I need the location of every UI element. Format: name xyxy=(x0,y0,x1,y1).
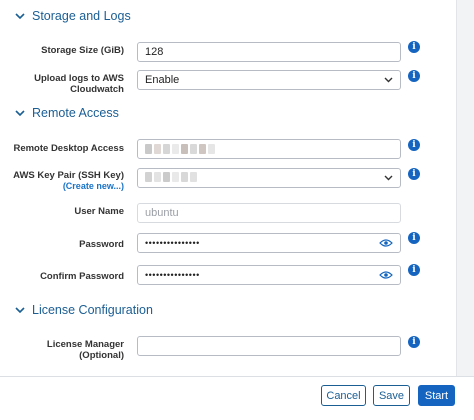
storage-size-input[interactable]: 128 xyxy=(137,42,401,62)
confirm-password-label: Confirm Password xyxy=(40,271,124,282)
start-button[interactable]: Start xyxy=(418,385,455,406)
chevron-down-icon xyxy=(14,10,26,22)
section-title: Storage and Logs xyxy=(32,9,131,23)
remote-desktop-label: Remote Desktop Access xyxy=(13,143,124,154)
save-button[interactable]: Save xyxy=(373,385,410,406)
eye-icon[interactable] xyxy=(379,270,393,280)
eye-icon[interactable] xyxy=(379,238,393,248)
create-key-pair-link[interactable]: (Create new...) xyxy=(2,181,124,191)
remote-desktop-input[interactable] xyxy=(137,139,401,159)
scroll-track xyxy=(456,0,474,376)
key-pair-value xyxy=(145,171,383,185)
storage-size-value: 128 xyxy=(145,46,164,58)
key-pair-label: AWS Key Pair (SSH Key) xyxy=(13,170,124,181)
password-label: Password xyxy=(79,239,124,250)
section-header-storage[interactable]: Storage and Logs xyxy=(14,9,131,23)
username-input: ubuntu xyxy=(137,203,401,223)
storage-size-label: Storage Size (GiB) xyxy=(41,45,124,56)
username-label: User Name xyxy=(74,206,124,217)
info-icon[interactable]: i xyxy=(408,264,420,276)
section-header-license[interactable]: License Configuration xyxy=(14,303,153,317)
info-icon[interactable]: i xyxy=(408,41,420,53)
dropdown-caret-icon xyxy=(383,173,393,183)
password-value: ••••••••••••••• xyxy=(145,238,200,248)
cloudwatch-select[interactable]: Enable xyxy=(137,70,401,90)
redacted-value xyxy=(145,171,197,182)
section-title: License Configuration xyxy=(32,303,153,317)
password-input[interactable]: ••••••••••••••• xyxy=(137,233,401,253)
cancel-button[interactable]: Cancel xyxy=(321,385,366,406)
confirm-password-input[interactable]: ••••••••••••••• xyxy=(137,265,401,285)
info-icon[interactable]: i xyxy=(408,168,420,180)
section-title: Remote Access xyxy=(32,106,119,120)
username-value: ubuntu xyxy=(145,207,179,219)
section-header-remote[interactable]: Remote Access xyxy=(14,106,119,120)
info-icon[interactable]: i xyxy=(408,139,420,151)
cloudwatch-value: Enable xyxy=(145,74,180,86)
info-icon[interactable]: i xyxy=(408,232,420,244)
license-manager-input[interactable] xyxy=(137,336,401,356)
key-pair-select[interactable] xyxy=(137,168,401,188)
dropdown-caret-icon xyxy=(383,75,393,85)
chevron-down-icon xyxy=(14,304,26,316)
chevron-down-icon xyxy=(14,107,26,119)
confirm-password-value: ••••••••••••••• xyxy=(145,270,200,280)
cloudwatch-label: Upload logs to AWS Cloudwatch xyxy=(34,73,124,95)
info-icon[interactable]: i xyxy=(408,70,420,82)
info-icon[interactable]: i xyxy=(408,336,420,348)
license-manager-label: License Manager (Optional) xyxy=(46,339,124,361)
redacted-value xyxy=(145,144,215,154)
